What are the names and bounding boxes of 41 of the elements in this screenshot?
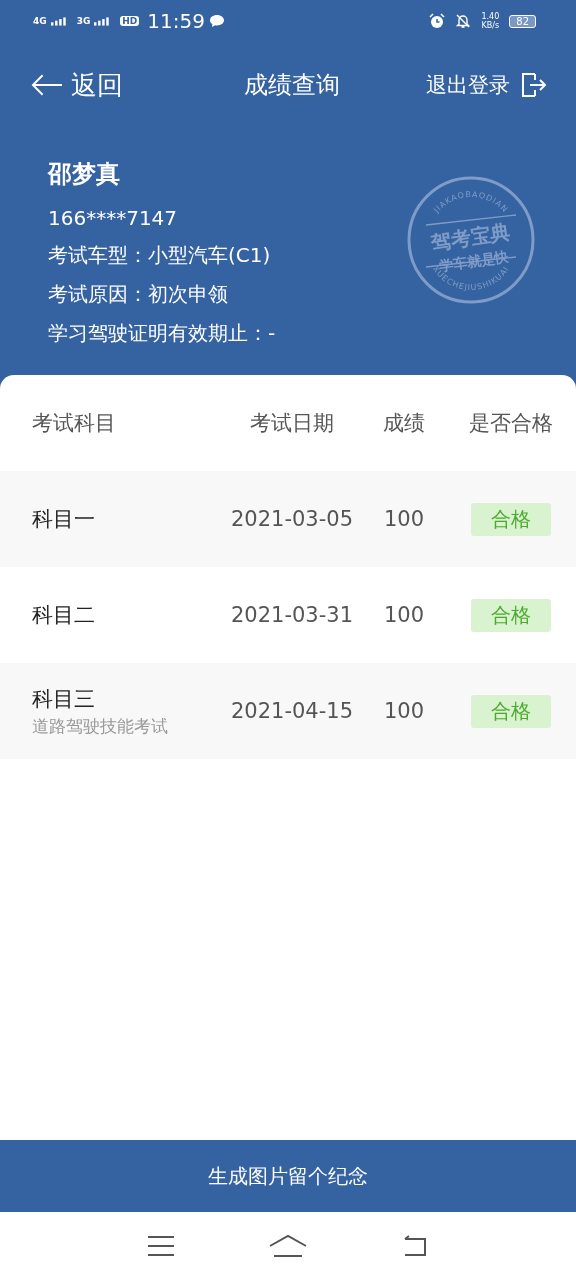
- exam-date: 2021-03-05: [229, 507, 354, 531]
- subject-name: 科目一: [32, 506, 96, 533]
- user-name: 邵梦真: [48, 159, 121, 190]
- exam-date: 2021-03-31: [229, 603, 354, 627]
- chat-bubble-icon: [208, 14, 225, 28]
- exam-score: 100: [382, 603, 426, 627]
- subject-name: 科目三: [32, 685, 96, 713]
- info-line: 学习驾驶证明有效期止：-: [48, 320, 276, 347]
- battery-level: 82: [509, 14, 536, 28]
- signal-icon: [50, 16, 69, 26]
- subject-name: 科目二: [32, 602, 96, 629]
- result-badge: 合格: [471, 502, 551, 536]
- info-line: 考试车型：小型汽车(C1): [48, 242, 272, 269]
- muted-bell-icon: [455, 13, 472, 29]
- network-label: 4G: [33, 16, 47, 26]
- clock-time: 11:59: [147, 9, 205, 33]
- home-icon[interactable]: [269, 1234, 307, 1258]
- back-arrow-icon: [30, 73, 63, 97]
- network-label: 3G: [76, 16, 91, 26]
- page-title: 成绩查询: [243, 70, 340, 101]
- menu-icon[interactable]: [147, 1235, 175, 1257]
- result-badge: 合格: [471, 598, 551, 632]
- column-header: 考试科目: [32, 410, 117, 437]
- exam-score: 100: [382, 507, 426, 531]
- exit-icon: [520, 72, 546, 98]
- phone-number: 166****7147: [48, 206, 179, 230]
- back-button[interactable]: 返回: [30, 67, 123, 103]
- column-header: 是否合格: [468, 410, 554, 437]
- info-line: 考试原因：初次申领: [48, 281, 229, 308]
- hd-badge: HD: [120, 16, 140, 26]
- speed-unit: KB/s: [481, 21, 500, 30]
- generate-image-button[interactable]: 生成图片留个纪念: [0, 1140, 576, 1212]
- speed-value: 1.40: [481, 12, 500, 21]
- column-header: 考试日期: [249, 410, 335, 437]
- exam-date: 2021-04-15: [229, 699, 354, 723]
- column-header: 成绩: [382, 410, 426, 437]
- subject-note: 道路驾驶技能考试: [32, 714, 169, 738]
- result-badge: 合格: [471, 694, 551, 728]
- logout-button[interactable]: 退出登录: [426, 71, 546, 99]
- exam-score: 100: [382, 699, 426, 723]
- alarm-clock-icon: [429, 13, 446, 29]
